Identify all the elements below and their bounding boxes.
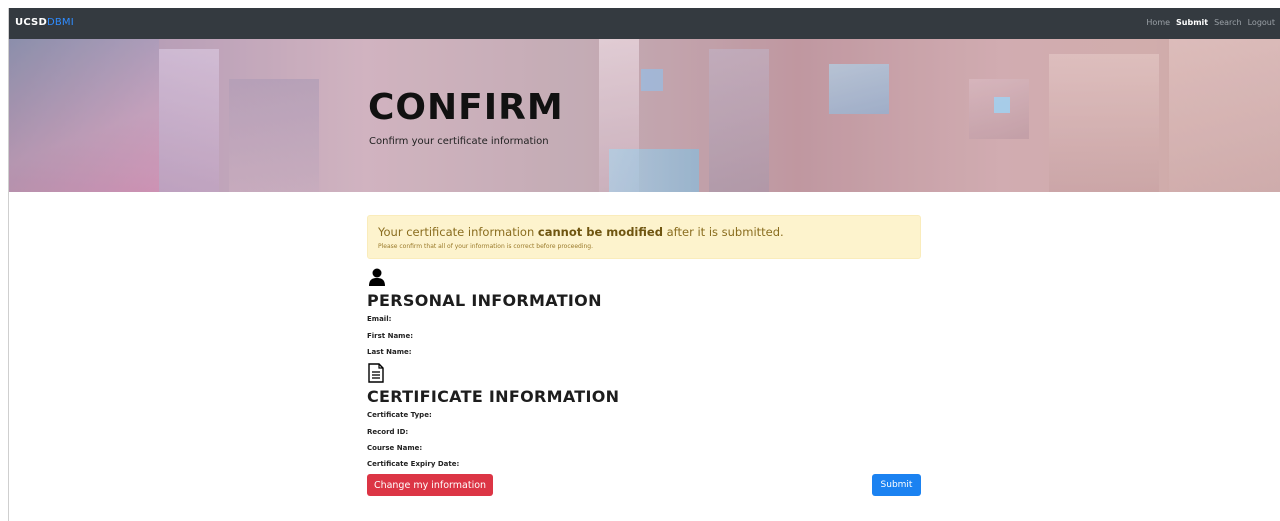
- nav-links: Home Submit Search Logout: [1146, 18, 1275, 27]
- nav-link-home[interactable]: Home: [1146, 18, 1170, 27]
- hero-banner: CONFIRM Confirm your certificate informa…: [9, 39, 1280, 192]
- user-icon: [369, 268, 385, 286]
- document-icon: [368, 363, 384, 383]
- certificate-expiry-date-field-label: Certificate Expiry Date:: [367, 460, 460, 468]
- alert-text-bold: cannot be modified: [537, 225, 663, 239]
- brand-accent-text: DBMI: [46, 17, 74, 28]
- nav-link-search[interactable]: Search: [1214, 18, 1241, 27]
- certificate-information-heading: CERTIFICATE INFORMATION: [367, 387, 620, 406]
- first-name-field-label: First Name:: [367, 332, 414, 340]
- nav-link-submit[interactable]: Submit: [1176, 18, 1208, 27]
- change-information-button[interactable]: Change my information: [367, 474, 493, 496]
- alert-message: Your certificate information cannot be m…: [378, 225, 784, 239]
- brand-main-text: UCSD: [15, 17, 47, 28]
- browser-page: UCSDDBMI Home Submit Search Logout CONFI…: [8, 8, 1280, 521]
- alert-subtext: Please confirm that all of your informat…: [378, 243, 594, 250]
- warning-alert: Your certificate information cannot be m…: [367, 215, 921, 259]
- alert-text-after: after it is submitted.: [662, 225, 784, 239]
- nav-link-logout[interactable]: Logout: [1248, 18, 1275, 27]
- page-title: CONFIRM: [368, 87, 564, 128]
- certificate-type-field-label: Certificate Type:: [367, 411, 432, 419]
- alert-text-before: Your certificate information: [378, 225, 538, 239]
- page-subtitle: Confirm your certificate information: [369, 136, 549, 147]
- record-id-field-label: Record ID:: [367, 428, 409, 436]
- hero-overlay: [9, 39, 1280, 192]
- personal-information-heading: PERSONAL INFORMATION: [367, 291, 602, 310]
- course-name-field-label: Course Name:: [367, 444, 423, 452]
- last-name-field-label: Last Name:: [367, 348, 412, 356]
- email-field-label: Email:: [367, 315, 392, 323]
- submit-button[interactable]: Submit: [872, 474, 921, 496]
- top-navbar: UCSDDBMI Home Submit Search Logout: [9, 8, 1280, 39]
- brand-logo[interactable]: UCSDDBMI: [15, 17, 74, 28]
